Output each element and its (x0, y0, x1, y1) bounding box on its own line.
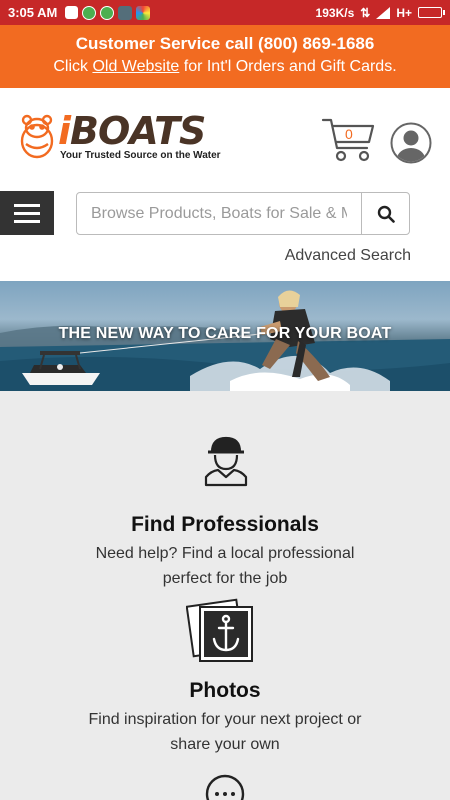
notice-suffix: for Int'l Orders and Gift Cards. (179, 58, 397, 75)
feature-title: Photos (189, 679, 261, 702)
old-website-link[interactable]: Old Website (92, 58, 179, 75)
signal-icon (376, 6, 391, 19)
menu-line (14, 219, 40, 223)
feature-desc-line: Find inspiration for your next project o… (88, 711, 362, 728)
menu-line (14, 211, 40, 215)
status-right: 193K/s ⇅ H+ (315, 5, 445, 20)
feature-title: Find Professionals (131, 513, 319, 536)
whatsapp-icon (82, 5, 97, 20)
hero-title: THE NEW WAY TO CARE FOR YOUR BOAT (58, 325, 392, 342)
search-box (76, 192, 410, 235)
advanced-search-link[interactable]: Advanced Search (285, 247, 411, 265)
whatsapp-icon (100, 5, 115, 20)
menu-line (14, 203, 40, 207)
chat-bubble-icon (205, 774, 245, 800)
worker-hardhat-icon (204, 436, 248, 487)
data-arrows-icon: ⇅ (360, 5, 371, 20)
logo-text: iBOATS Your Trusted Source on the Water (58, 112, 221, 161)
cart-count: 0 (345, 126, 353, 142)
old-website-notice: Click Old Website for Int'l Orders and G… (0, 58, 450, 76)
network-speed: 193K/s (315, 5, 355, 20)
feature-desc-line: perfect for the job (162, 570, 288, 587)
status-bar: 3:05 AM 193K/s ⇅ H+ (0, 0, 450, 25)
feature-description: Find inspiration for your next project o… (0, 707, 450, 757)
hero-banner[interactable]: THE NEW WAY TO CARE FOR YOUR BOAT (0, 281, 450, 391)
feature-desc-line: Need help? Find a local professional (95, 545, 355, 562)
notice-prefix: Click (53, 58, 93, 75)
iboats-logo[interactable]: iBOATS Your Trusted Source on the Water (18, 112, 221, 161)
vpn-key-icon (118, 5, 133, 20)
customer-service-phone[interactable]: Customer Service call (800) 869-1686 (0, 34, 450, 54)
logo-boats: BOATS (70, 109, 206, 153)
feature-find-professionals[interactable]: Find Professionals Need help? Find a loc… (0, 513, 450, 591)
battery-icon (418, 7, 445, 18)
feature-desc-line: share your own (170, 736, 280, 753)
site-header: iBOATS Your Trusted Source on the Water … (0, 88, 450, 185)
notification-icons (65, 5, 151, 20)
customer-service-banner: Customer Service call (800) 869-1686 Cli… (0, 25, 450, 88)
search-button[interactable] (361, 193, 409, 234)
search-row: Advanced Search (0, 185, 450, 281)
account-button[interactable] (390, 122, 432, 164)
hamburger-menu-button[interactable] (0, 191, 54, 235)
search-icon (377, 205, 395, 223)
network-type: H+ (396, 5, 412, 20)
logo-tagline: Your Trusted Source on the Water (60, 150, 221, 161)
feature-photos[interactable]: Photos Find inspiration for your next pr… (0, 679, 450, 757)
status-time: 3:05 AM (8, 5, 58, 20)
feature-description: Need help? Find a local professional per… (0, 541, 450, 591)
features-section: Find Professionals Need help? Find a loc… (0, 391, 450, 800)
cart-button[interactable]: 0 (321, 116, 377, 164)
photos-app-icon (136, 5, 151, 20)
logo-i: i (58, 109, 71, 153)
user-avatar-icon (390, 122, 432, 164)
anchor-photos-icon (186, 598, 253, 662)
search-input[interactable] (77, 193, 361, 234)
logo-wordmark: iBOATS (58, 112, 221, 150)
notification-app-icon (65, 6, 79, 19)
hippo-mascot-icon (20, 114, 54, 159)
